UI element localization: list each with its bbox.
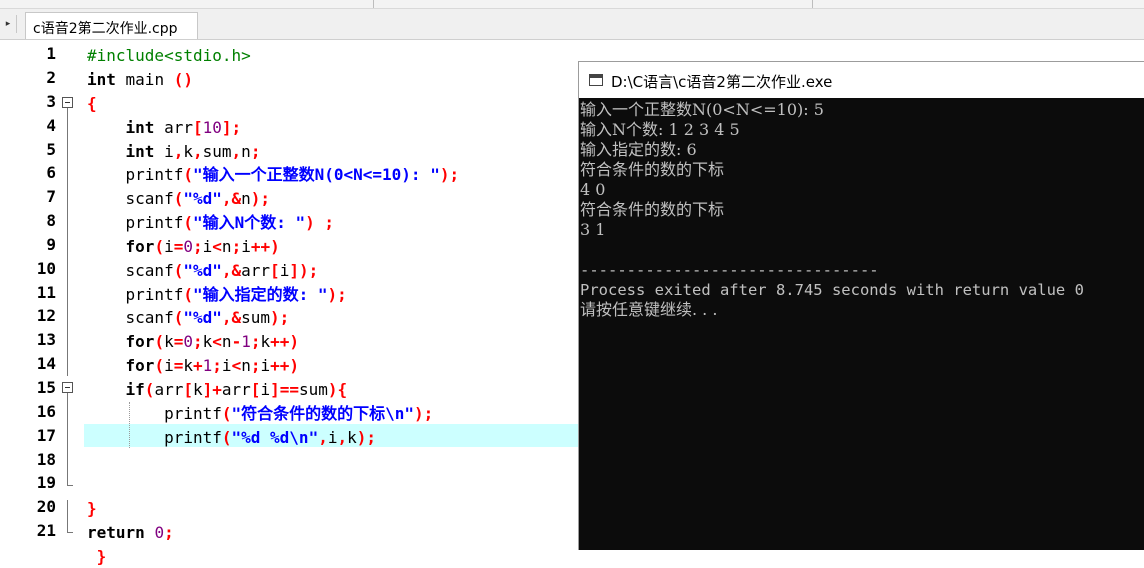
line-number: 18 <box>36 450 56 469</box>
line-number: 14 <box>36 354 56 373</box>
code-line-5: int i,k,sum,n; <box>125 142 261 161</box>
fold-collapse-icon[interactable] <box>62 382 73 393</box>
panel-toggle-icon[interactable]: ▸ <box>0 15 17 33</box>
toolbar-divider <box>812 0 813 8</box>
line-number: 12 <box>36 306 56 325</box>
line-number: 20 <box>36 497 56 516</box>
line-number: 5 <box>46 140 56 159</box>
console-line: 输入指定的数: 6 <box>580 140 697 159</box>
code-line-1: #include<stdio.h> <box>87 46 251 65</box>
line-number: 6 <box>46 163 56 182</box>
console-line: 输入N个数: 1 2 3 4 5 <box>580 120 740 139</box>
code-line-16: printf("符合条件的数的下标\n"); <box>87 404 434 423</box>
line-number: 19 <box>36 473 56 492</box>
line-number: 8 <box>46 211 56 230</box>
line-number: 11 <box>36 283 56 302</box>
console-title: D:\C语言\c语音2第二次作业.exe <box>611 73 833 91</box>
console-output[interactable]: 输入一个正整数N(0<N<=10): 5 输入N个数: 1 2 3 4 5 输入… <box>579 98 1144 550</box>
console-line: 符合条件的数的下标 <box>580 200 725 219</box>
line-number: 16 <box>36 402 56 421</box>
console-window[interactable]: D:\C语言\c语音2第二次作业.exe 输入一个正整数N(0<N<=10): … <box>578 61 1144 550</box>
code-line-17: printf("%d %d\n",i,k); <box>87 428 377 447</box>
fold-guide <box>67 393 68 485</box>
top-toolbar-strip <box>0 0 1144 9</box>
console-line: Process exited after 8.745 seconds with … <box>580 281 1084 299</box>
code-line-8: printf("输入N个数: ") ; <box>87 213 335 232</box>
line-number: 2 <box>46 68 56 87</box>
code-line-21: } <box>87 547 107 566</box>
code-line-2: int main () <box>87 70 193 89</box>
code-line-13: for(k=0;k<n-1;k++) <box>125 332 300 351</box>
console-title-bar[interactable]: D:\C语言\c语音2第二次作业.exe <box>579 62 1144 98</box>
fold-guide <box>67 500 68 532</box>
code-line-4: int arr[10]; <box>125 118 242 137</box>
code-line-6: printf("输入一个正整数N(0<N<=10): "); <box>87 165 460 184</box>
console-line: 4 0 <box>580 180 606 199</box>
line-number: 4 <box>46 116 56 135</box>
console-app-icon <box>589 74 603 86</box>
console-line: 输入一个正整数N(0<N<=10): 5 <box>580 100 824 119</box>
code-line-15: if(arr[k]+arr[i]==sum){ <box>125 380 348 399</box>
tab-source-file[interactable]: c语音2第二次作业.cpp <box>25 12 198 39</box>
code-line-11: printf("输入指定的数: "); <box>87 285 347 304</box>
line-number: 21 <box>36 521 56 540</box>
line-number: 1 <box>46 44 56 63</box>
code-line-9: for(i=0;i<n;i++) <box>125 237 280 256</box>
console-separator: -------------------------------- <box>580 261 879 279</box>
code-line-7: scanf("%d",&n); <box>87 189 271 208</box>
code-line-14: for(i=k+1;i<n;i++) <box>125 356 300 375</box>
line-number: 7 <box>46 187 56 206</box>
fold-guide <box>67 108 68 376</box>
tab-label: c语音2第二次作业.cpp <box>33 21 178 37</box>
code-line-19: } <box>87 499 97 518</box>
code-line-10: scanf("%d",&arr[i]); <box>87 261 319 280</box>
editor-tab-bar: ▸ c语音2第二次作业.cpp <box>0 9 1144 40</box>
code-line-3: { <box>87 94 97 113</box>
line-number: 10 <box>36 259 56 278</box>
fold-end-marker <box>67 532 73 533</box>
fold-collapse-icon[interactable] <box>62 97 73 108</box>
line-number: 15 <box>36 378 56 397</box>
line-number: 3 <box>46 92 56 111</box>
toolbar-divider <box>373 0 374 8</box>
console-line: 请按任意键继续. . . <box>580 300 718 319</box>
line-number: 9 <box>46 235 56 254</box>
line-number: 17 <box>36 426 56 445</box>
code-line-20: return 0; <box>87 523 174 542</box>
console-line: 3 1 <box>580 220 606 239</box>
line-number: 13 <box>36 330 56 349</box>
console-line: 符合条件的数的下标 <box>580 160 725 179</box>
code-line-12: scanf("%d",&sum); <box>87 308 290 327</box>
line-number-gutter: 1 2 3 4 5 6 7 8 9 10 11 12 13 14 15 16 1… <box>0 40 84 550</box>
fold-end-marker <box>67 485 73 486</box>
